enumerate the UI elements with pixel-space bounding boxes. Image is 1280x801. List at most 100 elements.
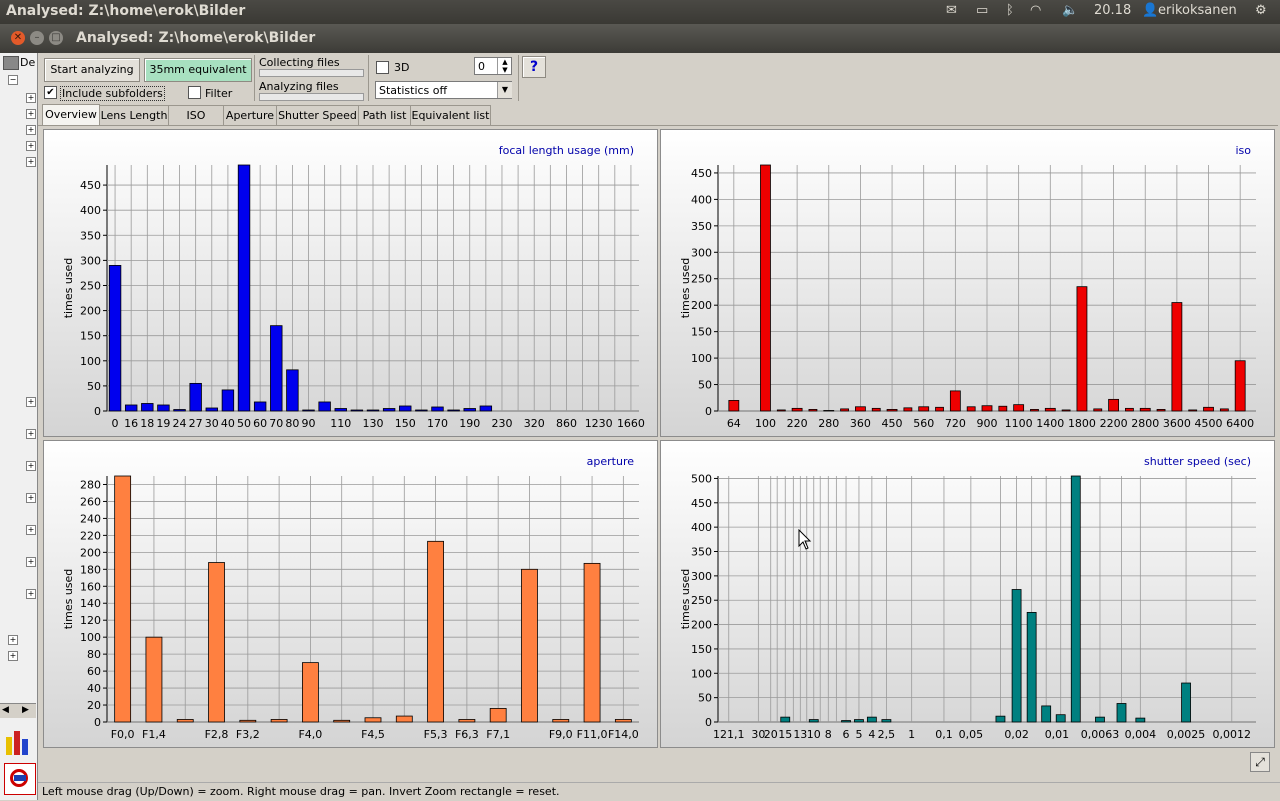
bar [173, 409, 186, 412]
bar [114, 475, 132, 723]
x-tick-label: 0 [112, 417, 119, 430]
tab-aperture[interactable]: Aperture [223, 105, 277, 126]
bar [614, 719, 632, 723]
x-tick-label: 70 [269, 417, 283, 430]
35mm-equivalent-button[interactable]: 35mm equivalent [144, 58, 252, 82]
bar [1026, 611, 1037, 723]
y-tick-label: 20 [87, 699, 101, 712]
tab-equivalent-list[interactable]: Equivalent list [410, 105, 491, 126]
scroll-right-icon[interactable]: ▶ [22, 705, 29, 715]
tree-expander[interactable]: + [8, 651, 18, 661]
user-name[interactable]: erikoksanen [1158, 3, 1237, 18]
tab-lens-length[interactable]: Lens Length [99, 105, 169, 126]
battery-icon[interactable]: ▭ [976, 3, 988, 18]
tree-expander[interactable]: + [26, 589, 36, 599]
tree-expander[interactable]: + [26, 141, 36, 151]
spin-arrows-icon[interactable]: ▲ ▼ [497, 58, 512, 74]
x-tick-label: 2200 [1100, 417, 1128, 430]
tree-horizontal-scrollbar[interactable]: ◀ ▶ [0, 703, 36, 718]
aperture-chart[interactable]: aperture times used 0 20 40 60 80 100 120 140 160 1… [43, 440, 658, 748]
user-icon[interactable]: 👤 [1142, 3, 1158, 18]
bar [427, 540, 444, 723]
tab-shutter-speed[interactable]: Shutter Speed [276, 105, 359, 126]
tree-expander[interactable]: + [26, 525, 36, 535]
bluetooth-icon[interactable]: ᛒ [1006, 3, 1014, 18]
active-window-title: Analysed: Z:\home\erok\Bilder [6, 3, 246, 19]
maximize-window-button[interactable]: □ [49, 31, 63, 45]
toolbar-divider [254, 55, 255, 101]
y-tick-label: 400 [691, 521, 712, 534]
y-tick-label: 150 [691, 643, 712, 656]
bar [366, 409, 380, 412]
settings-gear-icon[interactable]: ⚙ [1255, 3, 1267, 18]
shutter-speed-chart[interactable]: shutter speed (sec)times used05010015020… [660, 440, 1275, 748]
x-tick-label: 0,0012 [1213, 728, 1252, 741]
tree-expander[interactable]: + [26, 109, 36, 119]
x-tick-label: 0,05 [959, 728, 984, 741]
x-tick-label: 1100 [1005, 417, 1033, 430]
close-window-button[interactable]: ✕ [11, 31, 25, 45]
wifi-icon[interactable]: ◠ [1030, 3, 1041, 18]
statistics-dropdown[interactable]: Statistics off [375, 81, 512, 99]
tree-expander[interactable]: + [26, 397, 36, 407]
bar [489, 708, 507, 723]
y-tick-label: 300 [691, 570, 712, 583]
tab-overview[interactable]: Overview [42, 104, 100, 127]
tree-expander[interactable]: + [26, 429, 36, 439]
tree-expander[interactable]: + [26, 93, 36, 103]
3d-checkbox[interactable] [376, 61, 389, 74]
bar [1203, 406, 1214, 412]
x-tick-label: 900 [977, 417, 998, 430]
x-tick-label: F1,4 [142, 728, 166, 741]
y-tick-label: 200 [80, 305, 101, 318]
bar [881, 719, 892, 723]
filter-checkbox[interactable] [188, 86, 201, 99]
system-top-bar: Analysed: Z:\home\erok\Bilder ✉ ▭ ᛒ ◠ 🔈 … [0, 0, 1280, 24]
bar [286, 369, 299, 412]
bar [1044, 407, 1056, 412]
x-tick-label: 6400 [1226, 417, 1254, 430]
filter-label[interactable]: Filter [205, 87, 232, 100]
tree-expander[interactable]: + [26, 557, 36, 567]
y-tick-label: 150 [80, 330, 101, 343]
y-tick-label: 220 [80, 529, 101, 542]
bar [1070, 475, 1081, 723]
tree-expander[interactable]: + [26, 461, 36, 471]
3d-label[interactable]: 3D [394, 61, 409, 74]
app-logo-icon[interactable] [4, 763, 36, 795]
bar [998, 405, 1008, 412]
fullscreen-icon[interactable]: ⤢ [1250, 752, 1270, 772]
tree-expander[interactable]: + [8, 635, 18, 645]
x-tick-label: 10 [807, 728, 821, 741]
tab-iso[interactable]: ISO [168, 105, 224, 126]
tree-expander[interactable]: + [26, 125, 36, 135]
tree-expander[interactable]: + [26, 493, 36, 503]
volume-icon[interactable]: 🔈 [1062, 3, 1078, 18]
include-subfolders-checkbox[interactable]: ✔ [44, 86, 57, 99]
scroll-left-icon[interactable]: ◀ [2, 705, 9, 715]
bar [1116, 703, 1127, 723]
tree-expander[interactable]: + [26, 157, 36, 167]
collecting-progress-bar [259, 69, 364, 77]
bar [1181, 682, 1191, 723]
tree-root-label[interactable]: De [20, 56, 35, 69]
tree-expander[interactable]: − [8, 75, 18, 85]
help-button[interactable]: ? [522, 56, 546, 78]
start-analyzing-button[interactable]: Start analyzing [44, 58, 140, 82]
y-tick-label: 350 [691, 220, 712, 233]
minimize-window-button[interactable]: – [30, 31, 44, 45]
x-tick-label: 1400 [1036, 417, 1064, 430]
iso-chart[interactable]: isotimes used050100150200250300350400450… [660, 129, 1275, 437]
bar [1030, 409, 1039, 412]
chevron-down-icon[interactable]: ▼ [497, 82, 512, 98]
x-tick-label: 320 [524, 417, 545, 430]
focal-length-chart[interactable]: focal length usage (mm) times used 0 50 100 1… [43, 129, 658, 437]
chart-app-icon[interactable] [4, 725, 34, 757]
y-tick-label: 350 [80, 229, 101, 242]
tab-path-list[interactable]: Path list [358, 105, 411, 126]
mail-icon[interactable]: ✉ [946, 3, 957, 18]
include-subfolders-label[interactable]: Include subfolders [60, 86, 165, 101]
bar [1093, 408, 1103, 412]
folder-tree-panel[interactable]: De − + + + + + + + + + + + + + + ◀ ▶ [0, 53, 38, 800]
clock[interactable]: 20.18 [1094, 3, 1131, 18]
